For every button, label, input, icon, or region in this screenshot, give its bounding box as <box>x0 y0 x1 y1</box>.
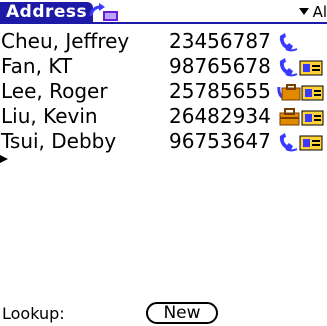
list-item[interactable]: Lee, Roger 25785655 <box>0 79 327 104</box>
contact-list: Cheu, Jeffrey 23456787 Fan, KT 98765678 … <box>0 29 327 154</box>
triangle-down-icon <box>298 8 309 15</box>
category-picker[interactable]: Al <box>298 2 327 22</box>
contact-name: Tsui, Debby <box>1 129 117 153</box>
contact-phone: 26482934 <box>169 104 271 128</box>
contact-phone: 23456787 <box>169 29 271 53</box>
contact-phone: 98765678 <box>169 54 271 78</box>
list-item[interactable]: Fan, KT 98765678 <box>0 54 327 79</box>
app-title[interactable]: Address <box>0 2 94 22</box>
briefcase-contact-card-icon <box>277 106 327 128</box>
pointer-arrow-icon <box>0 148 8 163</box>
category-label: Al <box>312 3 327 21</box>
list-item[interactable]: Tsui, Debby 96753647 <box>0 129 327 154</box>
contact-name: Lee, Roger <box>1 79 108 103</box>
phone-handset-icon <box>277 31 327 53</box>
title-bar: Address Al <box>0 0 327 24</box>
contact-name: Liu, Kevin <box>1 104 98 128</box>
contact-phone: 96753647 <box>169 129 271 153</box>
work-briefcase-contact-card-icon <box>277 81 327 103</box>
list-item[interactable]: Cheu, Jeffrey 23456787 <box>0 29 327 54</box>
beam-icon[interactable] <box>88 2 122 22</box>
title-underline <box>0 22 327 24</box>
contact-name: Fan, KT <box>1 54 73 78</box>
list-item[interactable]: Liu, Kevin 26482934 <box>0 104 327 129</box>
contact-phone: 25785655 <box>169 79 271 103</box>
new-button[interactable]: New <box>146 302 218 324</box>
phone-contact-card-icon <box>277 131 327 153</box>
contact-name: Cheu, Jeffrey <box>1 29 130 53</box>
lookup-label[interactable]: Lookup: <box>2 304 65 324</box>
phone-contact-card-icon <box>277 56 327 78</box>
